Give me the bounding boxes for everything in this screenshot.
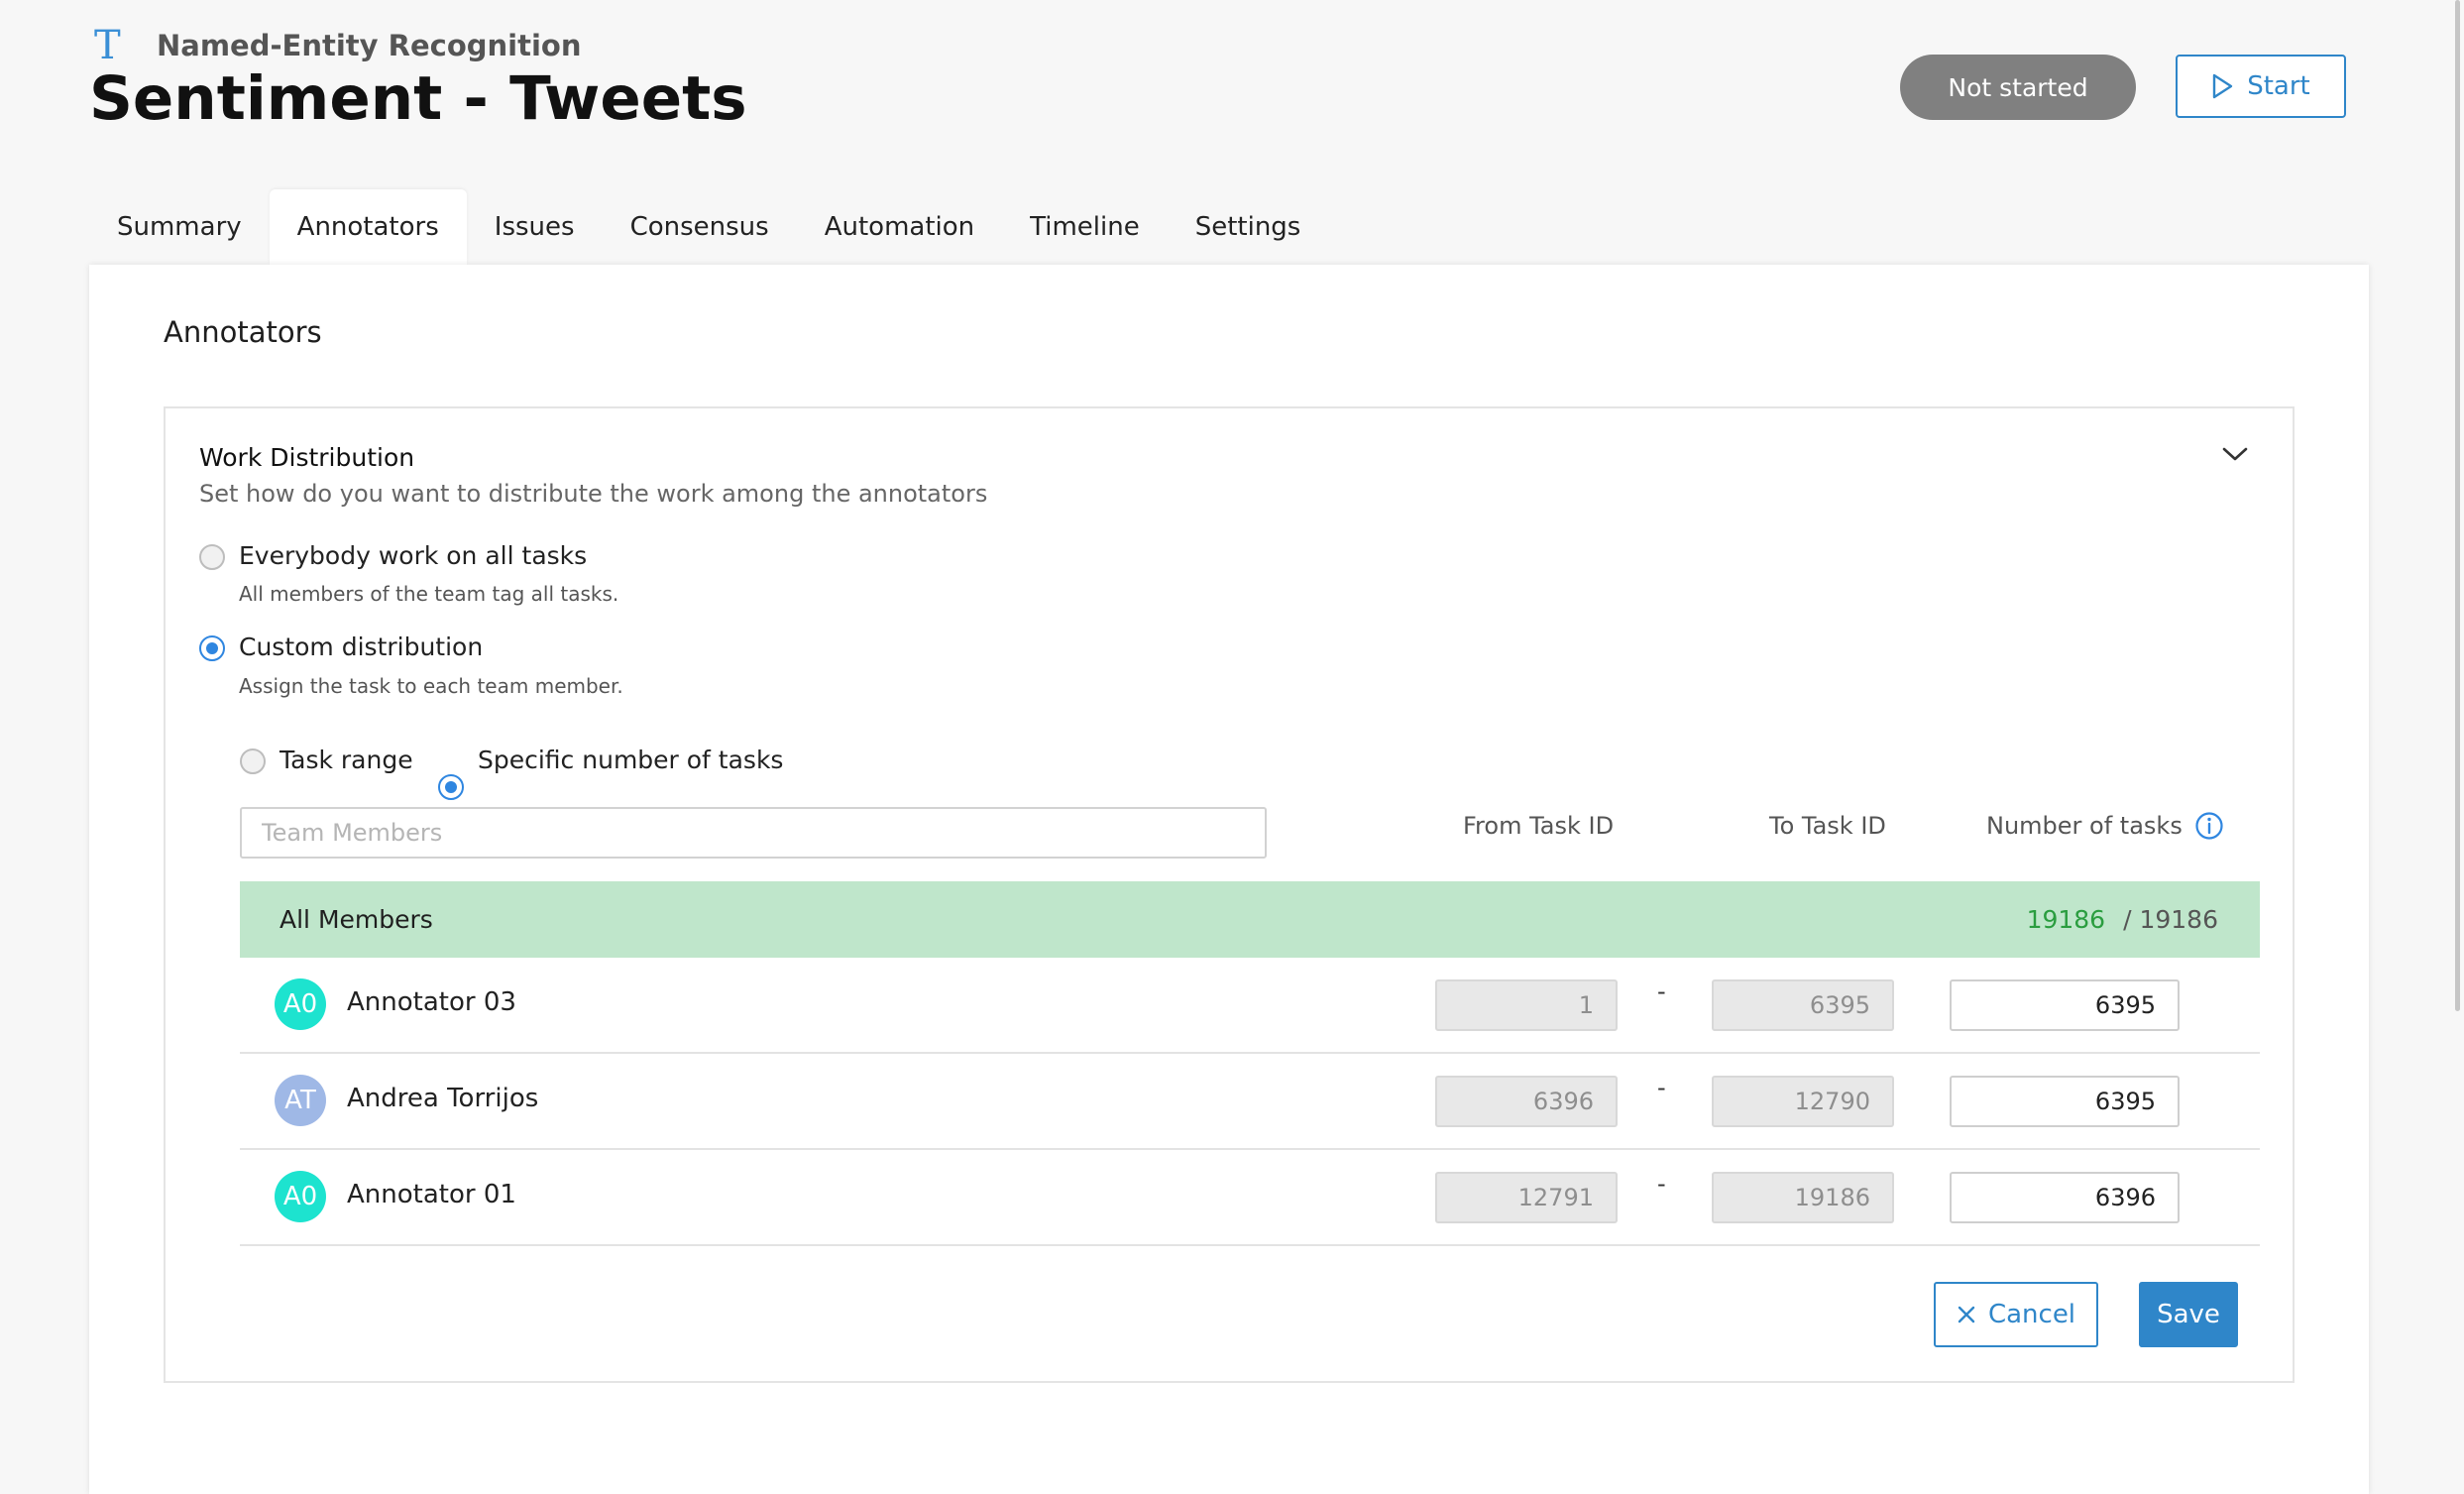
work-distribution-subtitle: Set how do you want to distribute the wo… (199, 480, 988, 508)
table-row: A0 Annotator 01 12791 - 19186 6396 (240, 1150, 2260, 1246)
avatar: AT (275, 1075, 326, 1126)
start-label: Start (2247, 71, 2310, 101)
section-title: Annotators (164, 315, 322, 349)
everybody-description: All members of the team tag all tasks. (239, 582, 619, 606)
avatar: A0 (275, 1171, 326, 1222)
page-title: Sentiment - Tweets (89, 63, 747, 134)
all-members-count: 19186 / 19186 (2027, 881, 2218, 958)
assigned-count: 19186 (2026, 905, 2106, 934)
from-task-id-field: 1 (1435, 979, 1618, 1031)
cancel-label: Cancel (1987, 1300, 2076, 1329)
chevron-down-icon[interactable] (2220, 444, 2250, 468)
member-name: Annotator 01 (347, 1180, 516, 1209)
start-button[interactable]: Start (2176, 55, 2346, 118)
number-of-tasks-input[interactable]: 6395 (1950, 1076, 2180, 1127)
tab-bar: Summary Annotators Issues Consensus Auto… (89, 189, 1328, 265)
range-separator: - (1657, 977, 1666, 1005)
all-members-label: All Members (280, 905, 433, 934)
tab-consensus[interactable]: Consensus (603, 189, 797, 265)
play-icon (2213, 73, 2233, 99)
custom-distribution-label: Custom distribution (239, 632, 484, 661)
tab-timeline[interactable]: Timeline (1002, 189, 1168, 265)
tab-annotators[interactable]: Annotators (269, 189, 467, 265)
tab-settings[interactable]: Settings (1168, 189, 1329, 265)
from-task-id-field: 12791 (1435, 1172, 1618, 1223)
specific-number-radio[interactable] (438, 774, 464, 800)
task-range-label: Task range (280, 746, 413, 774)
work-distribution-title: Work Distribution (199, 443, 415, 472)
custom-distribution-description: Assign the task to each team member. (239, 674, 623, 698)
member-name: Andrea Torrijos (347, 1084, 539, 1113)
specific-number-label: Specific number of tasks (478, 746, 784, 774)
member-name: Annotator 03 (347, 987, 516, 1017)
number-of-tasks-input[interactable]: 6395 (1950, 979, 2180, 1031)
number-of-tasks-header: Number of tasks (1986, 812, 2183, 840)
task-range-radio[interactable] (240, 748, 266, 774)
to-task-id-field: 19186 (1712, 1172, 1894, 1223)
team-members-search-input[interactable] (240, 807, 1267, 859)
to-task-id-header: To Task ID (1769, 812, 1886, 840)
status-badge: Not started (1900, 55, 2136, 120)
table-row: A0 Annotator 03 1 - 6395 6395 (240, 958, 2260, 1054)
number-of-tasks-input[interactable]: 6396 (1950, 1172, 2180, 1223)
range-separator: - (1657, 1074, 1666, 1101)
from-task-id-field: 6396 (1435, 1076, 1618, 1127)
everybody-radio[interactable] (199, 544, 225, 570)
project-type-label: Named-Entity Recognition (157, 29, 582, 62)
range-separator: - (1657, 1170, 1666, 1198)
tab-issues[interactable]: Issues (467, 189, 603, 265)
total-count: / 19186 (2123, 905, 2218, 934)
to-task-id-field: 6395 (1712, 979, 1894, 1031)
avatar: A0 (275, 978, 326, 1030)
all-members-row: All Members 19186 / 19186 (240, 881, 2260, 958)
table-row: AT Andrea Torrijos 6396 - 12790 6395 (240, 1054, 2260, 1150)
from-task-id-header: From Task ID (1463, 812, 1615, 840)
cancel-button[interactable]: Cancel (1934, 1282, 2098, 1347)
scrollbar[interactable] (2455, 0, 2460, 1011)
to-task-id-field: 12790 (1712, 1076, 1894, 1127)
tab-automation[interactable]: Automation (797, 189, 1002, 265)
info-icon[interactable] (2194, 811, 2224, 845)
project-type-icon: T (94, 23, 121, 68)
custom-distribution-radio[interactable] (199, 635, 225, 661)
close-icon (1958, 1306, 1975, 1323)
save-button[interactable]: Save (2139, 1282, 2238, 1347)
everybody-label: Everybody work on all tasks (239, 541, 588, 570)
tab-summary[interactable]: Summary (89, 189, 270, 265)
